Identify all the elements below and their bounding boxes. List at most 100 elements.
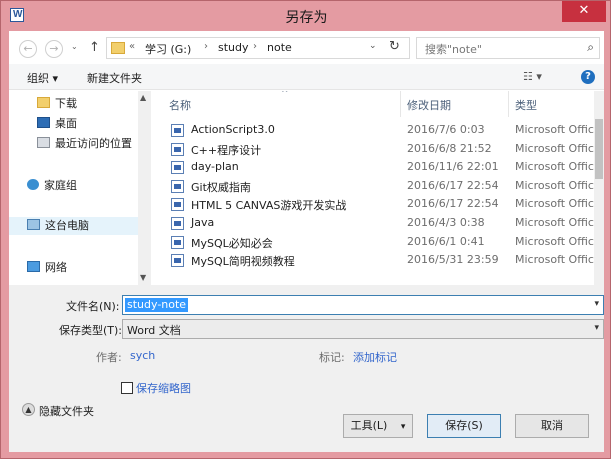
organize-menu[interactable]: 组织 ▾ bbox=[27, 70, 58, 86]
save-options-panel: 文件名(N): study-note ▾ 保存类型(T): Word 文档 ▾ … bbox=[9, 285, 604, 452]
file-type: Microsoft Office bbox=[515, 234, 594, 248]
breadcrumb-separator[interactable]: › bbox=[253, 41, 257, 52]
save-thumbnail-label[interactable]: 保存缩略图 bbox=[136, 380, 191, 396]
file-name: Java bbox=[191, 216, 215, 229]
filename-label: 文件名(N): bbox=[66, 300, 120, 313]
computer-icon bbox=[27, 219, 40, 230]
dialog-title: 另存为 bbox=[285, 10, 328, 26]
file-row[interactable]: MySQL简明视频教程 2016/5/31 23:59 Microsoft Offi… bbox=[151, 251, 594, 270]
add-tags-link[interactable]: 添加标记 bbox=[353, 349, 397, 365]
file-type: Microsoft Office bbox=[515, 141, 594, 155]
file-row[interactable]: Java 2016/4/3 0:38 Microsoft Office bbox=[151, 214, 594, 233]
nav-item-label: 这台电脑 bbox=[45, 219, 89, 232]
savetype-value: Word 文档 bbox=[127, 324, 181, 337]
nav-item-downloads[interactable]: 下载 bbox=[37, 95, 77, 113]
file-date: 2016/6/17 22:54 bbox=[407, 197, 499, 211]
address-dropdown-icon[interactable]: ⌄ bbox=[369, 41, 377, 51]
file-list-scroll-thumb[interactable] bbox=[595, 119, 603, 179]
back-button[interactable]: ← bbox=[19, 40, 37, 58]
help-icon[interactable]: ? bbox=[581, 70, 595, 84]
homegroup-icon bbox=[27, 179, 39, 190]
search-placeholder: 搜索"note" bbox=[425, 43, 482, 56]
tools-button-label: 工具(L) bbox=[350, 419, 388, 432]
column-header-name[interactable]: 名称 bbox=[169, 97, 191, 113]
file-date: 2016/4/3 0:38 bbox=[407, 216, 485, 229]
forward-button[interactable]: → bbox=[45, 40, 63, 58]
author-value[interactable]: sych bbox=[130, 349, 155, 362]
breadcrumb-study[interactable]: study bbox=[218, 41, 249, 54]
chevron-down-icon[interactable]: ▾ bbox=[594, 299, 599, 309]
file-name: HTML 5 CANVAS游戏开发实战 bbox=[191, 199, 347, 213]
filename-value[interactable]: study-note bbox=[125, 298, 189, 312]
nav-item-network[interactable]: 网络 bbox=[27, 259, 67, 277]
file-date: 2016/5/31 23:59 bbox=[407, 253, 499, 267]
word-document-icon bbox=[171, 254, 184, 268]
title-bar[interactable]: 另存为 ✕ bbox=[1, 1, 611, 31]
word-document-icon bbox=[171, 179, 184, 193]
nav-item-desktop[interactable]: 桌面 bbox=[37, 115, 77, 133]
breadcrumb-separator[interactable]: › bbox=[204, 41, 208, 52]
close-button[interactable]: ✕ bbox=[562, 1, 606, 22]
file-row[interactable]: HTML 5 CANVAS游戏开发实战 2016/6/17 22:54 Micros… bbox=[151, 195, 594, 214]
navigation-pane-scrollbar[interactable]: ▲ ▼ bbox=[138, 91, 151, 285]
save-thumbnail-checkbox[interactable] bbox=[121, 382, 133, 394]
folder-icon bbox=[111, 42, 125, 54]
tags-label: 标记: bbox=[319, 351, 345, 364]
cancel-button[interactable]: 取消 bbox=[515, 414, 589, 438]
column-header-date[interactable]: 修改日期 bbox=[407, 97, 451, 113]
breadcrumb-overflow[interactable]: « bbox=[129, 41, 135, 52]
word-document-icon bbox=[171, 235, 184, 249]
savetype-label: 保存类型(T): bbox=[59, 324, 123, 337]
view-options-icon[interactable]: ☷ ▾ bbox=[523, 70, 542, 83]
column-header-type[interactable]: 类型 bbox=[515, 97, 537, 113]
file-row[interactable]: day-plan 2016/11/6 22:01 Microsoft Office bbox=[151, 158, 594, 177]
hide-folders-toggle[interactable]: 隐藏文件夹 bbox=[39, 403, 94, 419]
file-name: MySQL必知必会 bbox=[191, 236, 273, 250]
file-name: ActionScript3.0 bbox=[191, 123, 275, 136]
nav-item-recent[interactable]: 最近访问的位置 bbox=[37, 135, 132, 153]
up-button[interactable]: ↑ bbox=[89, 40, 100, 55]
recent-locations-dropdown[interactable]: ⌄ bbox=[71, 42, 78, 51]
nav-item-this-pc[interactable]: 这台电脑 bbox=[9, 217, 138, 235]
nav-item-homegroup[interactable]: 家庭组 bbox=[27, 177, 77, 195]
file-row[interactable]: C++程序设计 2016/6/8 21:52 Microsoft Office bbox=[151, 140, 594, 159]
desktop-icon bbox=[37, 117, 50, 128]
collapse-icon[interactable]: ▲ bbox=[22, 403, 35, 416]
file-date: 2016/6/17 22:54 bbox=[407, 178, 499, 192]
save-button[interactable]: 保存(S) bbox=[427, 414, 501, 438]
nav-item-label: 家庭组 bbox=[44, 179, 77, 192]
navigation-bar: ← → ⌄ ↑ « 学习 (G:) › study › note ⌄ ↻ 搜索"… bbox=[9, 31, 604, 64]
file-type: Microsoft Office bbox=[515, 160, 594, 174]
search-icon[interactable]: ⌕ bbox=[587, 40, 594, 55]
nav-item-label: 下载 bbox=[55, 97, 77, 110]
column-divider[interactable] bbox=[400, 91, 401, 117]
tools-button[interactable]: 工具(L) ▾ bbox=[343, 414, 413, 438]
word-document-icon bbox=[171, 161, 184, 175]
network-icon bbox=[27, 261, 40, 272]
file-date: 2016/6/8 21:52 bbox=[407, 141, 492, 155]
file-row[interactable]: MySQL必知必会 2016/6/1 0:41 Microsoft Office bbox=[151, 233, 594, 252]
file-date: 2016/6/1 0:41 bbox=[407, 234, 485, 248]
address-bar[interactable]: « 学习 (G:) › study › note ⌄ ↻ bbox=[106, 37, 410, 59]
file-name: Git权威指南 bbox=[191, 180, 251, 194]
column-divider[interactable] bbox=[508, 91, 509, 117]
refresh-icon[interactable]: ↻ bbox=[389, 39, 400, 54]
file-type: Microsoft Office bbox=[515, 178, 594, 192]
file-type: Microsoft Office bbox=[515, 123, 594, 136]
file-row[interactable]: Git权威指南 2016/6/17 22:54 Microsoft Office bbox=[151, 177, 594, 196]
file-name: C++程序设计 bbox=[191, 143, 262, 157]
word-document-icon bbox=[171, 198, 184, 212]
chevron-down-icon[interactable]: ▾ bbox=[594, 323, 599, 333]
file-row[interactable]: ActionScript3.0 2016/7/6 0:03 Microsoft Of… bbox=[151, 121, 594, 140]
recent-places-icon bbox=[37, 137, 50, 148]
new-folder-button[interactable]: 新建文件夹 bbox=[87, 70, 142, 86]
breadcrumb-note[interactable]: note bbox=[267, 41, 292, 54]
file-type: Microsoft Office bbox=[515, 253, 594, 267]
breadcrumb-drive[interactable]: 学习 (G:) bbox=[145, 41, 191, 57]
filename-input[interactable]: study-note ▾ bbox=[122, 295, 604, 315]
navigation-pane: 下载 桌面 最近访问的位置 家庭组 这台电脑 网络 bbox=[9, 91, 151, 285]
file-type: Microsoft Office bbox=[515, 216, 594, 229]
search-input[interactable]: 搜索"note" ⌕ bbox=[416, 37, 600, 59]
savetype-select[interactable]: Word 文档 ▾ bbox=[122, 319, 604, 339]
word-document-icon bbox=[171, 124, 184, 137]
